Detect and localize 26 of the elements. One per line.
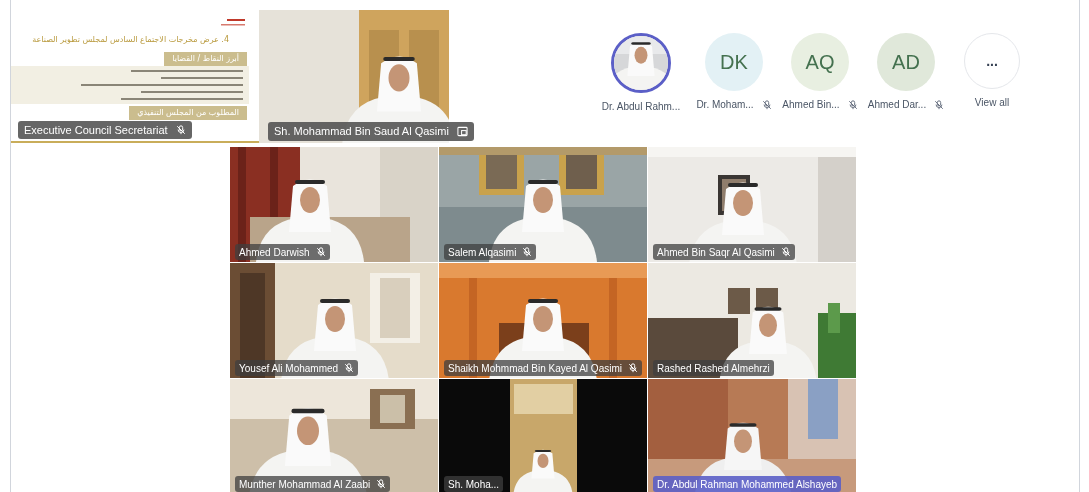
slide-title: 4. عرض مخرجات الاجتماع السادس لمجلس تطوير الصناعة [32,36,229,44]
avatar[interactable]: AQ [791,33,849,91]
participant-name: Yousef Ali Mohammed [239,361,339,376]
avatar[interactable]: DK [705,33,763,91]
participant-name: Ahmed Bin... [782,98,840,112]
participant-name: View all [974,96,1010,110]
section-heading: المطلوب من المجلس التنفيذي [129,106,247,120]
window-icon[interactable] [456,126,468,137]
avatar[interactable]: AD [877,33,935,91]
participant-name: Rashed Rashed Almehrzi [657,361,770,376]
participant-name: Dr. Abdul Rahm... [601,100,681,114]
participant-name: Ahmed Bin Saqr Al Qasimi [657,245,775,260]
logo-drawing [219,18,245,28]
participant-name: Sh. Moha... [448,477,500,492]
participant-name: Dr. Abdul Rahman Mohammed Alshayeb [657,477,838,492]
avatar[interactable] [611,33,671,93]
participant-name: Sh. Mohammad Bin Saud Al Qasimi [274,124,449,140]
participant-name: Ahmed Darwish [239,245,310,260]
participant-name: Dr. Moham... [696,98,754,112]
participant-name: Munther Mohammad Al Zaabi [239,477,371,492]
more-button[interactable]: ... [964,33,1020,89]
participant-name: Salem Alqasimi [448,245,517,260]
section-heading: أبرز النقاط / القضايا [164,52,247,66]
participant-name: Executive Council Secretariat [24,122,168,138]
participant-name: Shaikh Mohmmad Bin Kayed Al Qasimi [448,361,622,376]
participant-name: Ahmed Dar... [867,98,927,112]
